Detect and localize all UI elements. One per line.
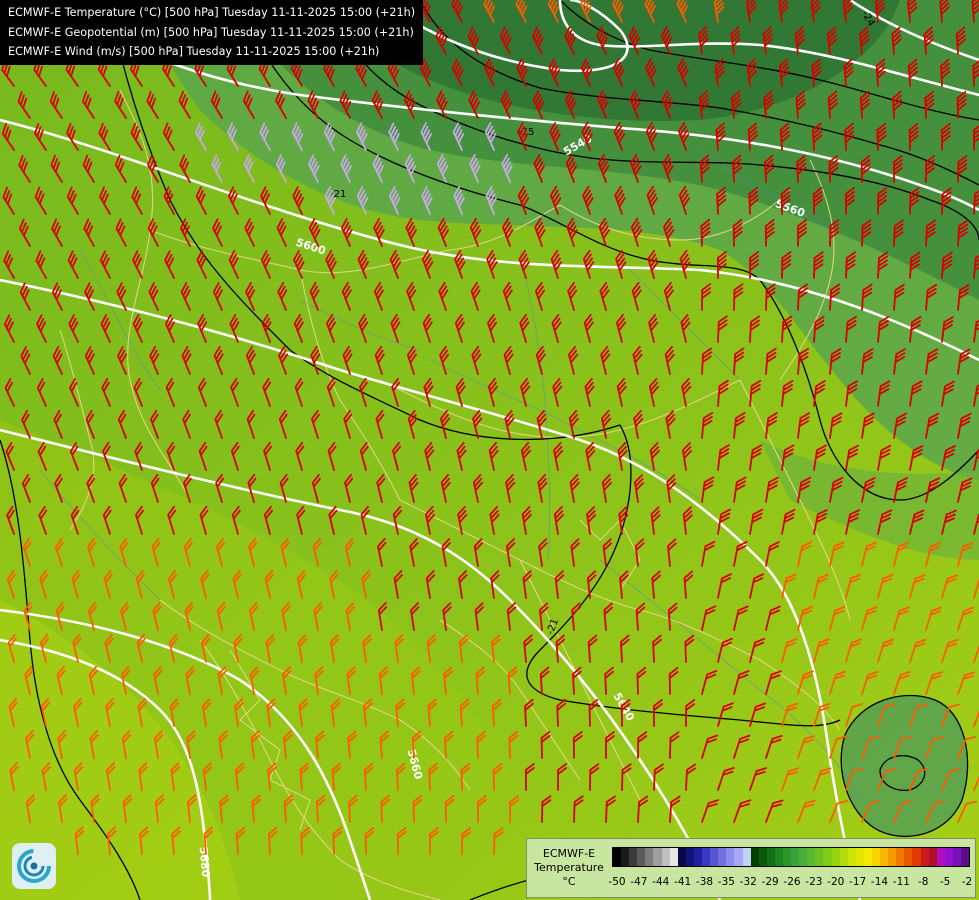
legend-swatch — [896, 848, 905, 866]
legend-swatch — [677, 848, 686, 866]
legend-swatch — [718, 848, 727, 866]
legend-swatch — [653, 848, 662, 866]
legend-swatch — [912, 848, 921, 866]
legend-swatch — [920, 848, 929, 866]
legend-swatch — [710, 848, 719, 866]
legend-label-model: ECMWF-E — [542, 847, 596, 860]
legend-tick-label: -23 — [805, 876, 823, 888]
legend-tick-label: -17 — [849, 876, 867, 888]
legend-swatch — [952, 848, 962, 866]
legend-label-variable: Temperature — [534, 861, 604, 874]
title-geopotential: ECMWF-E Geopotential (m) [500 hPa] Tuesd… — [8, 25, 414, 39]
legend-swatch — [693, 848, 703, 866]
legend-tick-label: -38 — [695, 876, 714, 888]
legend-swatch — [758, 848, 767, 866]
legend-swatch — [855, 848, 864, 866]
title-wind: ECMWF-E Wind (m/s) [500 hPa] Tuesday 11-… — [8, 45, 380, 58]
legend-swatch — [944, 848, 953, 866]
legend-swatch — [782, 848, 792, 866]
legend-swatch — [847, 848, 856, 866]
legend-swatch — [629, 848, 638, 866]
legend-swatch — [863, 848, 872, 866]
legend-swatch — [702, 848, 711, 866]
legend-tick-label: -32 — [739, 876, 757, 888]
legend-tick-label: -26 — [783, 876, 801, 888]
legend-swatch — [669, 848, 678, 866]
legend-swatch — [872, 848, 881, 866]
legend-swatch — [750, 848, 759, 866]
weather-map: 5540 5560 5600 5640 5660 5680 -21 -25 -2… — [0, 0, 979, 900]
legend-tick-label: -2 — [961, 876, 973, 888]
legend-swatch — [839, 848, 848, 866]
legend-swatch — [904, 848, 913, 866]
legend-swatch — [742, 848, 751, 866]
legend-tick-label: -41 — [674, 876, 692, 888]
legend-swatch — [645, 848, 654, 866]
legend-tick-label: -44 — [652, 876, 670, 888]
legend-swatch — [726, 848, 735, 866]
legend-swatch — [621, 848, 630, 866]
legend-swatch — [961, 848, 970, 866]
legend-tick-label: -20 — [827, 876, 845, 888]
legend-tick-label: -47 — [630, 876, 648, 888]
legend-swatch — [815, 848, 824, 866]
legend-swatch — [823, 848, 832, 866]
legend-tick-label: -11 — [892, 876, 910, 888]
legend-label: ECMWF-E Temperature °C — [531, 847, 607, 889]
legend-swatch — [774, 848, 783, 866]
legend-swatch — [928, 848, 937, 866]
logo-icon — [17, 849, 51, 883]
legend-tick-label: -50 — [608, 876, 626, 888]
legend-tick-label: -14 — [870, 876, 889, 888]
map-title-box: ECMWF-E Temperature (°C) [500 hPa] Tuesd… — [0, 0, 424, 65]
legend-color-bar — [612, 847, 970, 867]
legend-tick-label: -29 — [761, 876, 779, 888]
legend-tick-label: -35 — [717, 876, 735, 888]
legend-swatch — [880, 848, 889, 866]
legend-swatch — [831, 848, 840, 866]
ecmwf-spiral-logo — [12, 843, 56, 889]
legend-tick-label: -5 — [939, 876, 951, 888]
legend-swatch — [685, 848, 694, 866]
legend-swatch — [637, 848, 646, 866]
legend-swatch — [888, 848, 897, 866]
label-5680: 5680 — [197, 846, 213, 878]
legend-swatch — [936, 848, 945, 866]
legend-swatch — [661, 848, 670, 866]
legend-swatch — [799, 848, 808, 866]
legend-swatch — [791, 848, 800, 866]
title-temperature: ECMWF-E Temperature (°C) [500 hPa] Tuesd… — [8, 6, 416, 19]
legend-swatch — [807, 848, 816, 866]
legend-swatch — [766, 848, 775, 866]
legend-label-unit: °C — [562, 875, 576, 888]
temperature-legend: ECMWF-E Temperature °C -50 -47 -44 -41 -38 -3… — [526, 838, 976, 898]
legend-ticks: -50 -47 -44 -41 -38 -35 -32 -29 -26 -23 -20 -17 -14-… — [608, 876, 979, 890]
legend-tick-label: -8 — [918, 876, 929, 888]
legend-swatch — [613, 848, 622, 866]
legend-swatch — [734, 848, 743, 866]
